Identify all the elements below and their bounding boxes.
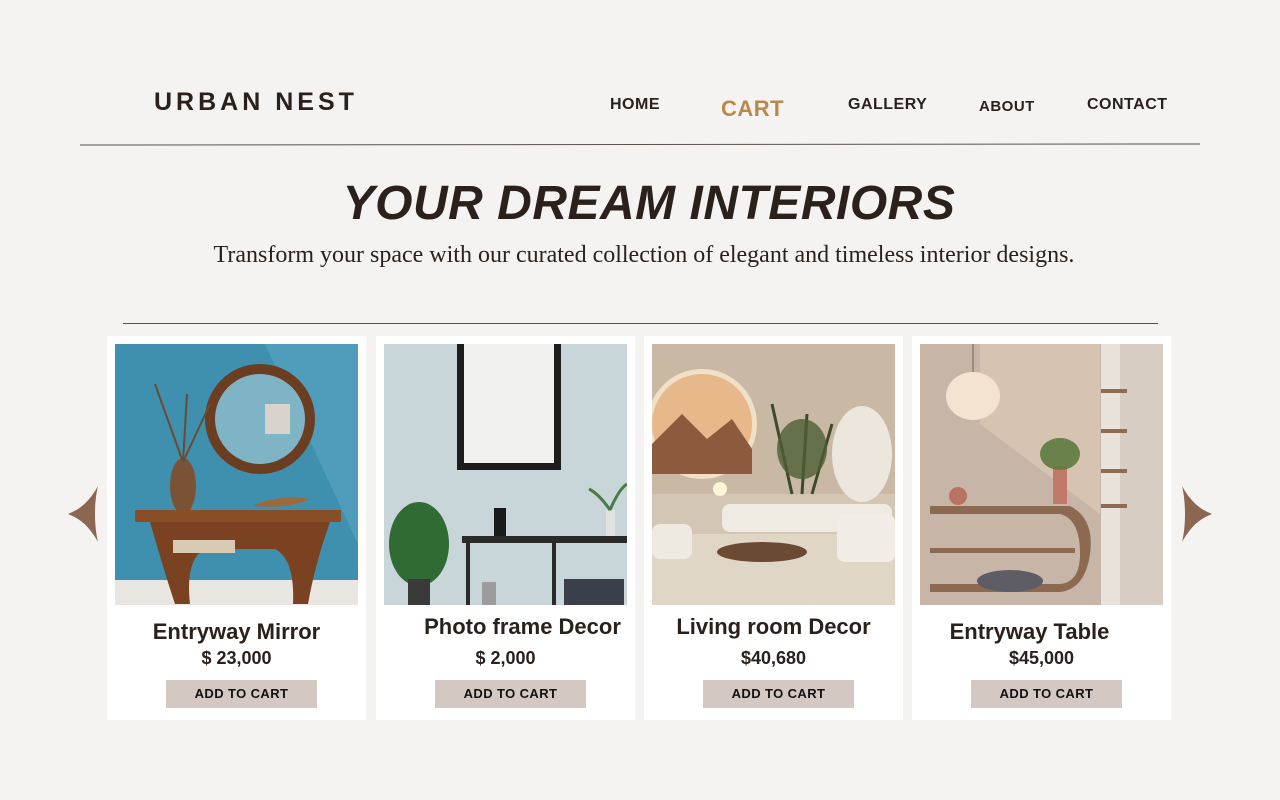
hero-subtitle: Transform your space with our curated co… — [213, 242, 1075, 268]
product-name: Photo frame Decor — [424, 614, 621, 639]
product-price: $ 23,000 — [201, 648, 272, 668]
product-image-entryway-mirror[interactable] — [115, 344, 358, 605]
add-to-cart-button[interactable]: ADD TO CART — [703, 680, 854, 708]
chevron-right-icon — [1182, 486, 1212, 542]
nav-contact-link[interactable]: CONTACT — [1087, 96, 1168, 114]
nav-cart-link[interactable]: CART — [721, 96, 784, 122]
product-name: Entryway Table — [949, 619, 1110, 644]
product-card[interactable]: Photo frame Decor $ 2,000 ADD TO CART — [376, 336, 635, 720]
product-name: Living room Decor — [676, 614, 871, 639]
add-to-cart-button[interactable]: ADD TO CART — [971, 680, 1122, 708]
hero-title: YOUR DREAM INTERIORS — [342, 177, 956, 230]
nav-home-link[interactable]: HOME — [610, 96, 660, 114]
product-card[interactable]: Entryway Mirror $ 23,000 ADD TO CART — [107, 336, 366, 720]
product-name: Entryway Mirror — [152, 619, 321, 644]
brand-logo-text[interactable]: URBAN NEST — [154, 88, 358, 117]
product-price: $45,000 — [1008, 648, 1075, 668]
carousel-next-button[interactable] — [1182, 486, 1212, 542]
product-card[interactable]: Living room Decor $40,680 ADD TO CART — [644, 336, 903, 720]
chevron-left-icon — [68, 486, 98, 542]
product-price: $40,680 — [740, 648, 807, 668]
nav-about-link[interactable]: ABOUT — [979, 98, 1035, 115]
product-image-living-room-decor[interactable] — [652, 344, 895, 605]
add-to-cart-button[interactable]: ADD TO CART — [435, 680, 586, 708]
product-price: $ 2,000 — [475, 648, 536, 668]
product-card[interactable]: Entryway Table $45,000 ADD TO CART — [912, 336, 1171, 720]
header-divider — [79, 143, 1201, 146]
nav-gallery-link[interactable]: GALLERY — [848, 96, 927, 114]
add-to-cart-button[interactable]: ADD TO CART — [166, 680, 317, 708]
carousel-prev-button[interactable] — [68, 486, 98, 542]
product-image-photo-frame-decor[interactable] — [384, 344, 627, 605]
product-image-entryway-table[interactable] — [920, 344, 1163, 605]
section-divider — [123, 323, 1158, 324]
